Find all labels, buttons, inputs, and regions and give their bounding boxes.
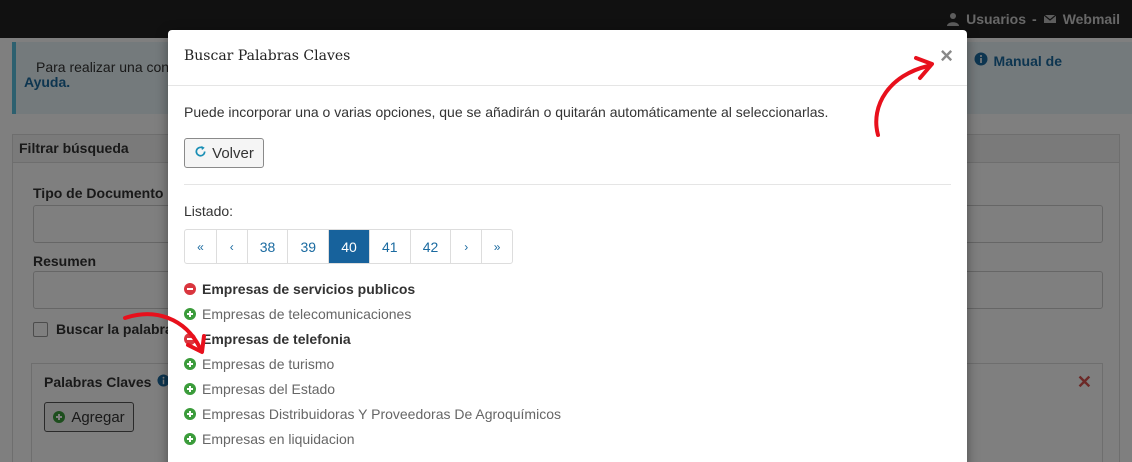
modal-intro: Puede incorporar una o varias opciones, … xyxy=(184,104,829,120)
list-item[interactable]: Empresas de telefonia xyxy=(184,326,951,351)
keyword-list: Empresas de servicios publicos Empresas … xyxy=(184,276,951,451)
page-last[interactable]: » xyxy=(481,230,512,263)
page-41[interactable]: 41 xyxy=(368,230,410,263)
list-item[interactable]: Empresas Distribuidoras Y Proveedoras De… xyxy=(184,401,951,426)
remove-circle-icon xyxy=(184,332,196,345)
add-circle-icon xyxy=(184,307,196,320)
keyword-label: Empresas de telefonia xyxy=(202,330,351,347)
add-circle-icon xyxy=(184,357,196,370)
keyword-label: Empresas del Estado xyxy=(202,380,336,397)
back-button-label: Volver xyxy=(212,144,254,162)
page-42[interactable]: 42 xyxy=(409,230,451,263)
page-40-active[interactable]: 40 xyxy=(328,230,369,263)
list-label: Listado: xyxy=(184,203,234,219)
divider xyxy=(184,184,951,185)
list-item[interactable]: Empresas de servicios publicos xyxy=(184,276,951,301)
refresh-icon xyxy=(194,145,207,162)
list-item[interactable]: Empresas de telecomunicaciones xyxy=(184,301,951,326)
add-circle-icon xyxy=(184,432,196,445)
page-prev[interactable]: ‹ xyxy=(215,230,247,263)
list-item[interactable]: Empresas en liquidacion xyxy=(184,426,951,451)
keyword-label: Empresas Distribuidoras Y Proveedoras De… xyxy=(202,405,561,422)
modal-title: Buscar Palabras Claves xyxy=(184,48,351,64)
add-circle-icon xyxy=(184,382,196,395)
page-first[interactable]: « xyxy=(185,230,216,263)
pagination: « ‹ 38 39 40 41 42 › » xyxy=(184,229,513,264)
page-38[interactable]: 38 xyxy=(246,230,288,263)
page-39[interactable]: 39 xyxy=(287,230,328,263)
keyword-label: Empresas de servicios publicos xyxy=(202,280,416,297)
remove-circle-icon xyxy=(184,282,196,295)
keyword-label: Empresas de telecomunicaciones xyxy=(202,305,412,322)
add-circle-icon xyxy=(184,407,196,420)
modal-header: Buscar Palabras Claves × xyxy=(168,30,967,86)
close-icon[interactable]: × xyxy=(940,44,953,68)
modal-body: Puede incorporar una o varias opciones, … xyxy=(168,86,967,462)
keywords-modal: Buscar Palabras Claves × Puede incorpora… xyxy=(168,30,967,462)
list-item[interactable]: Empresas del Estado xyxy=(184,376,951,401)
keyword-label: Empresas en liquidacion xyxy=(202,430,355,447)
keyword-label: Empresas de turismo xyxy=(202,355,335,372)
page-next[interactable]: › xyxy=(450,230,481,263)
list-item[interactable]: Empresas de turismo xyxy=(184,351,951,376)
back-button[interactable]: Volver xyxy=(184,138,264,168)
